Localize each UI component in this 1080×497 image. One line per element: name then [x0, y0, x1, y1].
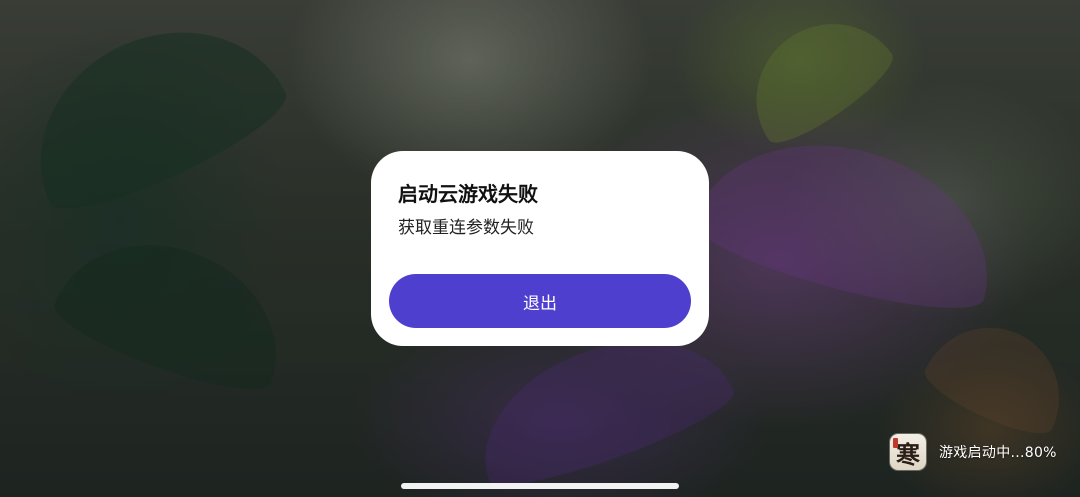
app-icon-glyph: 寒 — [896, 439, 920, 469]
exit-button[interactable]: 退出 — [389, 274, 691, 328]
cloud-game-screen: 启动云游戏失败 获取重连参数失败 退出 寒 游戏启动中...80% — [0, 0, 1080, 497]
launch-progress-text: 游戏启动中...80% — [939, 445, 1057, 461]
dialog-message: 获取重连参数失败 — [398, 218, 534, 238]
dialog-title: 启动云游戏失败 — [398, 182, 538, 206]
game-launch-status: 寒 游戏启动中...80% — [890, 432, 1057, 472]
home-indicator-bar[interactable] — [401, 483, 679, 489]
game-app-icon[interactable]: 寒 — [890, 434, 926, 470]
app-icon-seal — [893, 438, 898, 448]
error-dialog: 启动云游戏失败 获取重连参数失败 退出 — [371, 151, 709, 346]
